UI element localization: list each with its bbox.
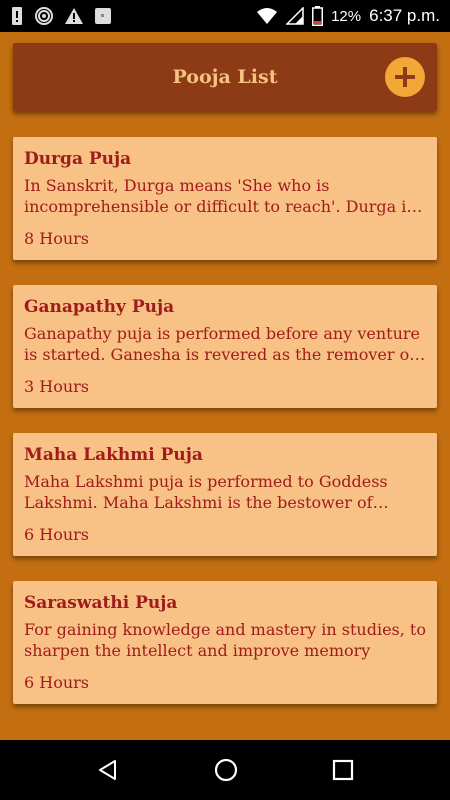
pooja-description: In Sanskrit, Durga means 'She who is inc…: [24, 176, 415, 216]
pooja-description: Maha Lakshmi puja is performed to Goddes…: [24, 472, 388, 512]
pooja-description: Ganapathy puja is performed before any v…: [24, 324, 420, 364]
pooja-duration: 8 Hours: [24, 229, 90, 248]
pooja-title: Ganapathy Puja: [24, 297, 175, 317]
signal-icon: [286, 7, 304, 25]
app-content: Pooja List Durga Puja In Sanskrit, Durga…: [0, 32, 450, 740]
recents-icon[interactable]: [332, 759, 354, 781]
hotspot-icon: [35, 7, 53, 25]
status-notifications: [10, 6, 112, 26]
page-title: Pooja List: [172, 66, 278, 88]
status-bar: 12% 6:37 p.m.: [0, 0, 450, 32]
status-time: 6:37 p.m.: [369, 6, 440, 25]
navigation-bar: [0, 740, 450, 800]
warning-icon: [65, 8, 83, 24]
alert-icon: [12, 7, 22, 25]
pooja-card-maha-lakhmi[interactable]: Maha Lakhmi Puja Maha Lakshmi puja is pe…: [13, 433, 437, 556]
status-system: 12% 6:37 p.m.: [256, 6, 440, 26]
pooja-duration: 6 Hours: [24, 525, 90, 544]
pooja-card-saraswathi[interactable]: Saraswathi Puja For gaining knowledge an…: [13, 581, 437, 704]
back-icon[interactable]: [96, 758, 120, 782]
pooja-card-durga[interactable]: Durga Puja In Sanskrit, Durga means 'She…: [13, 137, 437, 260]
wifi-icon: [257, 8, 278, 24]
add-icon: [395, 67, 415, 87]
battery-percentage: 12%: [331, 7, 362, 25]
pooja-duration: 3 Hours: [24, 377, 90, 396]
pooja-title: Durga Puja: [24, 149, 132, 169]
add-pooja-button[interactable]: [385, 57, 425, 97]
pooja-duration: 6 Hours: [24, 673, 90, 692]
app-toolbar: Pooja List: [13, 43, 437, 111]
pooja-title: Maha Lakhmi Puja: [24, 445, 203, 465]
home-icon[interactable]: [213, 757, 239, 783]
pooja-card-ganapathy[interactable]: Ganapathy Puja Ganapathy puja is perform…: [13, 285, 437, 408]
pooja-description: For gaining knowledge and mastery in stu…: [24, 620, 426, 660]
battery-icon: [312, 6, 324, 26]
pooja-title: Saraswathi Puja: [24, 593, 178, 613]
notification-icon: [95, 8, 111, 24]
